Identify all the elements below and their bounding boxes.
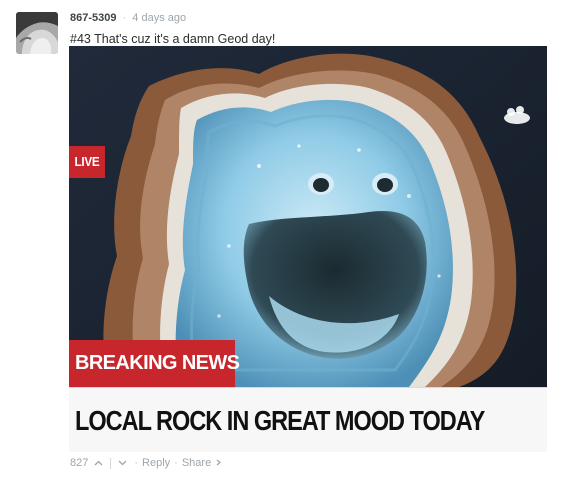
comment: 867-5309 · 4 days ago #43 That's cuz it'… bbox=[0, 0, 570, 482]
downvote-button[interactable] bbox=[115, 456, 130, 470]
headline-bar: LOCAL ROCK IN GREAT MOOD TODAY bbox=[69, 387, 547, 452]
vote-count: 827 bbox=[70, 457, 89, 469]
chevron-down-icon bbox=[118, 460, 127, 466]
live-badge: LIVE bbox=[69, 146, 105, 178]
reply-link[interactable]: Reply bbox=[142, 456, 170, 470]
header-separator: · bbox=[122, 12, 127, 24]
chevron-up-icon bbox=[94, 460, 103, 466]
chevron-right-icon bbox=[216, 459, 222, 466]
comment-message: #43 That's cuz it's a damn Geod day! bbox=[70, 32, 276, 46]
avatar[interactable] bbox=[16, 12, 58, 54]
share-label: Share bbox=[181, 457, 212, 469]
username-link[interactable]: 867-5309 bbox=[70, 12, 117, 24]
comment-header: 867-5309 · 4 days ago bbox=[70, 11, 186, 25]
footer-dot: · bbox=[134, 457, 139, 469]
upvote-button[interactable] bbox=[91, 456, 106, 470]
news-headline: LOCAL ROCK IN GREAT MOOD TODAY bbox=[75, 405, 485, 436]
avatar-image bbox=[16, 12, 58, 54]
news-image[interactable]: LIVE BREAKING NEWS LOCAL ROCK IN GREAT M… bbox=[69, 46, 547, 452]
footer-dot: · bbox=[174, 457, 178, 469]
vote-divider bbox=[110, 457, 112, 469]
breaking-news-banner: BREAKING NEWS bbox=[69, 340, 240, 387]
timestamp-link[interactable]: 4 days ago bbox=[132, 12, 186, 24]
share-link[interactable]: Share bbox=[181, 456, 222, 470]
comment-footer: 827 · Reply · Share bbox=[70, 456, 222, 470]
